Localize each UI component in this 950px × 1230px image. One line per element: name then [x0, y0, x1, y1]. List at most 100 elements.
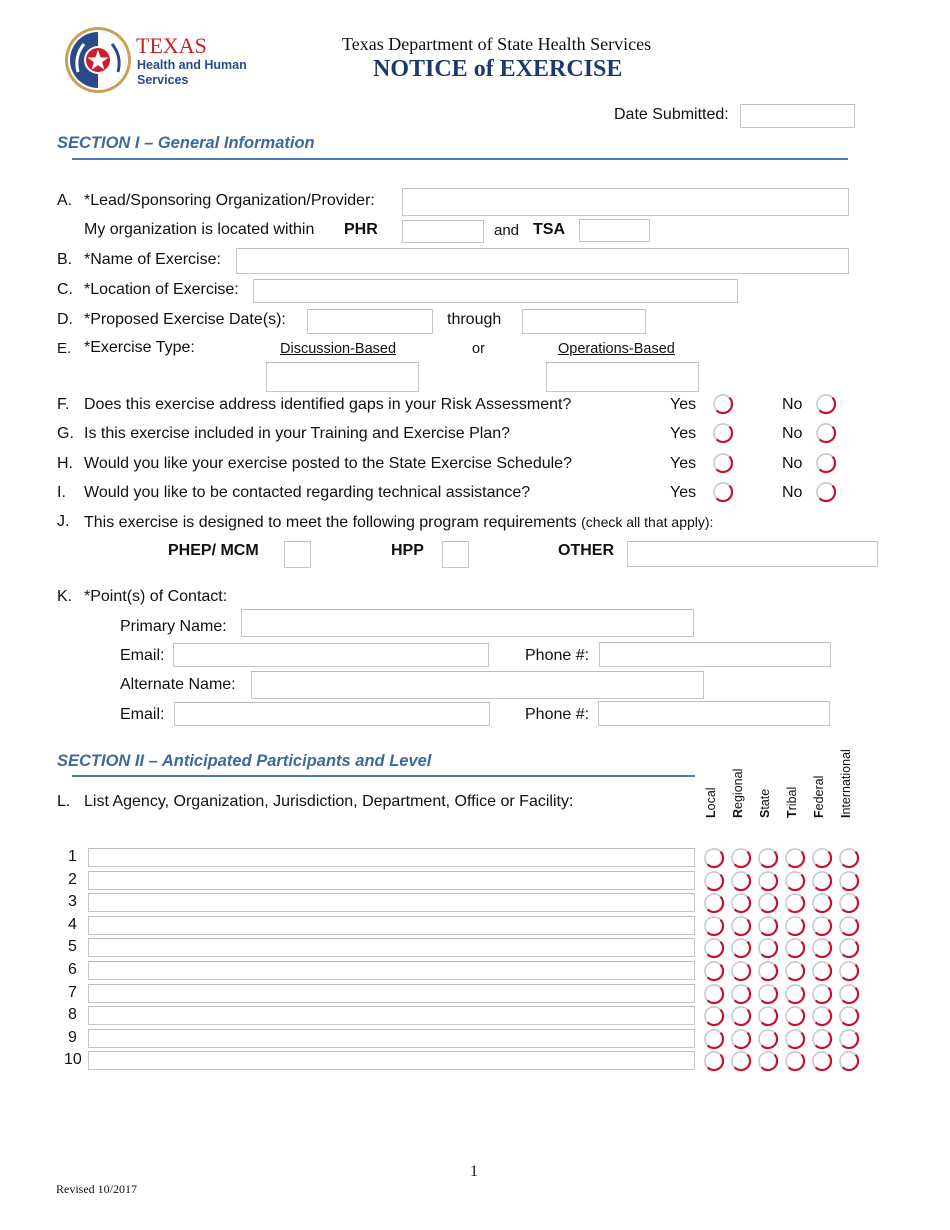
participant-federal-radio[interactable] [811, 870, 833, 892]
question-i-no-radio[interactable] [815, 481, 837, 503]
participant-field[interactable] [88, 848, 695, 867]
participant-local-radio[interactable] [703, 1028, 725, 1050]
participant-federal-radio[interactable] [811, 847, 833, 869]
operations-based-input[interactable] [547, 363, 698, 391]
participant-field[interactable] [88, 938, 695, 958]
phone2-input[interactable] [599, 702, 829, 725]
primary-name-field[interactable] [241, 609, 694, 637]
participant-field[interactable] [88, 1006, 695, 1026]
question-f-yes-radio[interactable] [712, 393, 734, 415]
phone2-field[interactable] [598, 701, 830, 726]
participant-international-radio[interactable] [838, 960, 860, 982]
participant-local-radio[interactable] [703, 983, 725, 1005]
participant-regional-radio[interactable] [730, 1050, 752, 1072]
participant-local-radio[interactable] [703, 915, 725, 937]
date-submitted-input[interactable] [741, 105, 854, 127]
lead-organization-input[interactable] [403, 189, 848, 215]
participant-federal-radio[interactable] [811, 915, 833, 937]
participant-local-radio[interactable] [703, 960, 725, 982]
participant-federal-radio[interactable] [811, 892, 833, 914]
participant-state-radio[interactable] [757, 937, 779, 959]
participant-federal-radio[interactable] [811, 983, 833, 1005]
question-g-no-radio[interactable] [815, 422, 837, 444]
participant-regional-radio[interactable] [730, 870, 752, 892]
participant-state-radio[interactable] [757, 915, 779, 937]
question-h-yes-radio[interactable] [712, 452, 734, 474]
participant-regional-radio[interactable] [730, 915, 752, 937]
exercise-location-field[interactable] [253, 279, 738, 303]
participant-field[interactable] [88, 1028, 695, 1048]
participant-international-radio[interactable] [838, 915, 860, 937]
exercise-start-date-field[interactable] [307, 309, 433, 334]
participant-local-radio[interactable] [703, 1005, 725, 1027]
phr-input[interactable] [403, 221, 483, 242]
participant-field[interactable] [88, 893, 695, 913]
operations-based-field[interactable] [546, 362, 699, 392]
exercise-end-date-field[interactable] [522, 309, 646, 334]
participant-international-radio[interactable] [838, 1050, 860, 1072]
participant-input[interactable] [89, 894, 694, 912]
participant-input[interactable] [89, 1052, 694, 1070]
participant-state-radio[interactable] [757, 1028, 779, 1050]
question-h-no-radio[interactable] [815, 452, 837, 474]
phr-field[interactable] [402, 220, 484, 243]
participant-federal-radio[interactable] [811, 1028, 833, 1050]
other-input[interactable] [628, 542, 877, 566]
other-field[interactable] [627, 541, 878, 567]
alternate-name-input[interactable] [252, 672, 703, 698]
participant-federal-radio[interactable] [811, 1005, 833, 1027]
participant-field[interactable] [88, 983, 695, 1003]
alternate-name-field[interactable] [251, 671, 704, 699]
discussion-based-input[interactable] [267, 363, 418, 391]
date-submitted-field[interactable] [740, 104, 855, 128]
exercise-location-input[interactable] [254, 280, 737, 302]
participant-tribal-radio[interactable] [784, 870, 806, 892]
participant-regional-radio[interactable] [730, 847, 752, 869]
exercise-end-date-input[interactable] [523, 310, 645, 333]
participant-tribal-radio[interactable] [784, 1050, 806, 1072]
primary-name-input[interactable] [242, 610, 693, 636]
participant-international-radio[interactable] [838, 892, 860, 914]
email1-field[interactable] [173, 643, 489, 667]
participant-state-radio[interactable] [757, 1005, 779, 1027]
participant-regional-radio[interactable] [730, 892, 752, 914]
participant-input[interactable] [89, 939, 694, 957]
participant-tribal-radio[interactable] [784, 847, 806, 869]
participant-international-radio[interactable] [838, 1028, 860, 1050]
participant-state-radio[interactable] [757, 892, 779, 914]
participant-input[interactable] [89, 962, 694, 979]
participant-local-radio[interactable] [703, 1050, 725, 1072]
participant-international-radio[interactable] [838, 983, 860, 1005]
participant-regional-radio[interactable] [730, 1005, 752, 1027]
participant-input[interactable] [89, 849, 694, 866]
exercise-name-field[interactable] [236, 248, 849, 274]
email2-input[interactable] [175, 703, 489, 725]
participant-state-radio[interactable] [757, 847, 779, 869]
discussion-based-field[interactable] [266, 362, 419, 392]
question-f-no-radio[interactable] [815, 393, 837, 415]
participant-regional-radio[interactable] [730, 1028, 752, 1050]
participant-tribal-radio[interactable] [784, 915, 806, 937]
participant-field[interactable] [88, 1051, 695, 1071]
participant-local-radio[interactable] [703, 847, 725, 869]
question-i-yes-radio[interactable] [712, 481, 734, 503]
tsa-field[interactable] [579, 219, 650, 242]
participant-local-radio[interactable] [703, 870, 725, 892]
lead-organization-field[interactable] [402, 188, 849, 216]
participant-tribal-radio[interactable] [784, 1028, 806, 1050]
phone1-field[interactable] [599, 642, 831, 667]
participant-field[interactable] [88, 870, 695, 890]
participant-tribal-radio[interactable] [784, 937, 806, 959]
participant-tribal-radio[interactable] [784, 892, 806, 914]
participant-federal-radio[interactable] [811, 1050, 833, 1072]
participant-international-radio[interactable] [838, 937, 860, 959]
participant-state-radio[interactable] [757, 870, 779, 892]
participant-federal-radio[interactable] [811, 937, 833, 959]
participant-international-radio[interactable] [838, 870, 860, 892]
exercise-start-date-input[interactable] [308, 310, 432, 333]
participant-state-radio[interactable] [757, 983, 779, 1005]
question-g-yes-radio[interactable] [712, 422, 734, 444]
participant-field[interactable] [88, 915, 695, 935]
participant-field[interactable] [88, 961, 695, 980]
tsa-input[interactable] [580, 220, 649, 241]
